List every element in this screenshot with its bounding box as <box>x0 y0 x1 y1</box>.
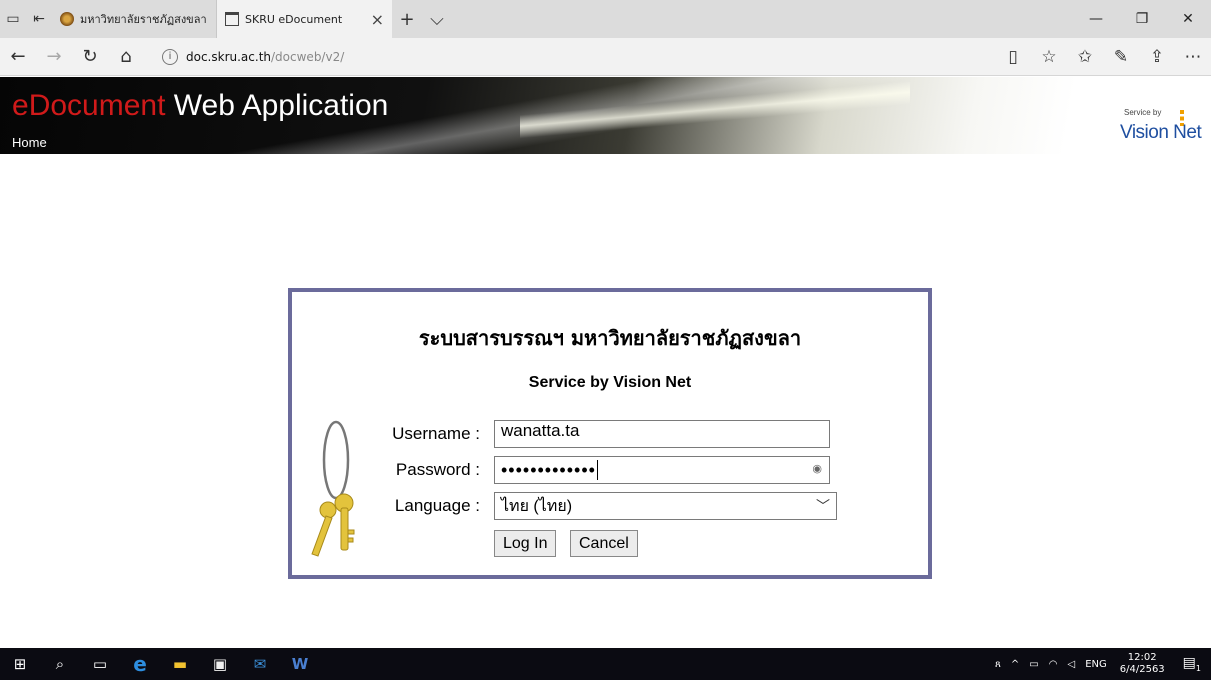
logo-service-text: Service by <box>1124 108 1162 117</box>
search-icon[interactable]: ⌕ <box>40 648 80 680</box>
login-heading: ระบบสารบรรณฯ มหาวิทยาลัยราชภัฏสงขลา <box>418 326 802 350</box>
refresh-icon[interactable]: ↻ <box>72 38 108 76</box>
people-icon[interactable]: ጸ <box>990 659 1006 670</box>
windows-start-icon[interactable]: ⊞ <box>0 648 40 680</box>
input-language[interactable]: ENG <box>1080 659 1112 670</box>
word-icon[interactable]: W <box>280 648 320 680</box>
button-row: Log In Cancel <box>292 530 928 558</box>
banner-light-streak <box>520 82 910 142</box>
site-info-icon[interactable]: i <box>162 48 178 65</box>
windows-taskbar: ⊞ ⌕ ▭ e ▬ ▣ ✉ W ጸ ^ ▭ ◠ ◁ ENG 12:02 6/4/… <box>0 648 1211 680</box>
close-window-icon[interactable]: ✕ <box>1165 0 1211 38</box>
store-icon[interactable]: ▣ <box>200 648 240 680</box>
language-selected: ไทย (ไทย) <box>501 497 573 515</box>
tab-title: มหาวิทยาลัยราชภัฏสงขลา :: So <box>80 13 208 26</box>
university-seal-icon <box>60 12 74 26</box>
password-row: Password : ••••••••••••• ◉ <box>292 456 928 484</box>
minimize-icon[interactable]: — <box>1073 0 1119 38</box>
wifi-icon[interactable]: ◠ <box>1044 659 1063 670</box>
text-caret <box>596 460 599 480</box>
reveal-password-icon[interactable]: ◉ <box>812 462 823 475</box>
password-input[interactable]: ••••••••••••• ◉ <box>494 456 830 484</box>
set-aside-icon[interactable]: ⇤ <box>26 0 52 38</box>
url-host: doc.skru.ac.th <box>186 49 272 64</box>
edge-browser-icon[interactable]: e <box>120 648 160 680</box>
vision-net-logo: Service by Vision Net <box>1112 108 1204 148</box>
login-subheading: Service by Vision Net <box>528 374 692 391</box>
battery-icon[interactable]: ▭ <box>1024 659 1043 670</box>
chevron-down-icon: ﹀ <box>816 498 830 514</box>
password-label: Password : <box>395 460 480 479</box>
tab-actions-icon[interactable]: ▭ <box>0 0 26 38</box>
window-controls: — ❐ ✕ <box>1073 0 1211 38</box>
username-input[interactable]: wanatta.ta <box>494 420 830 448</box>
username-row: Username : wanatta.ta <box>292 420 928 448</box>
cancel-button[interactable]: Cancel <box>570 530 638 557</box>
restore-icon[interactable]: ❐ <box>1119 0 1165 38</box>
share-icon[interactable]: ⇪ <box>1139 38 1175 76</box>
new-tab-icon[interactable]: + <box>392 0 422 38</box>
tab-title: SKRU eDocument <box>245 12 343 26</box>
page-icon <box>225 12 239 26</box>
star-icon[interactable]: ☆ <box>1031 38 1067 76</box>
language-select[interactable]: ไทย (ไทย) ﹀ <box>494 492 837 520</box>
browser-nav-bar: ← → ↻ ⌂ i doc.skru.ac.th /docweb/v2/ ▯ ☆… <box>0 38 1211 76</box>
language-row: Language : ไทย (ไทย) ﹀ <box>292 492 928 520</box>
app-title: eDocument Web Application <box>12 89 389 122</box>
file-explorer-icon[interactable]: ▬ <box>160 648 200 680</box>
favorites-list-icon[interactable]: ✩ <box>1067 38 1103 76</box>
home-icon[interactable]: ⌂ <box>108 38 144 76</box>
notification-icon[interactable]: ▤1 <box>1173 655 1211 673</box>
login-panel: ระบบสารบรรณฯ มหาวิทยาลัยราชภัฏสงขลา Serv… <box>288 288 932 579</box>
clock-date: 6/4/2563 <box>1119 664 1165 675</box>
url-path: /docweb/v2/ <box>271 49 345 64</box>
clock[interactable]: 12:02 6/4/2563 <box>1112 652 1173 676</box>
tab-university[interactable]: มหาวิทยาลัยราชภัฏสงขลา :: So <box>52 0 217 38</box>
task-view-icon[interactable]: ▭ <box>80 648 120 680</box>
login-button[interactable]: Log In <box>494 530 557 557</box>
pen-icon[interactable]: ✎ <box>1103 38 1139 76</box>
close-icon[interactable]: × <box>371 10 384 29</box>
nav-home-link[interactable]: Home <box>12 135 47 150</box>
chevron-down-icon[interactable]: ⌵ <box>422 0 452 38</box>
address-bar[interactable]: i doc.skru.ac.th /docweb/v2/ <box>156 43 938 71</box>
forward-arrow-icon[interactable]: → <box>36 38 72 76</box>
reading-view-icon[interactable]: ▯ <box>995 38 1031 76</box>
back-arrow-icon[interactable]: ← <box>0 38 36 76</box>
system-tray: ጸ ^ ▭ ◠ ◁ ENG 12:02 6/4/2563 ▤1 <box>990 648 1211 680</box>
more-icon[interactable]: ⋯ <box>1175 38 1211 76</box>
language-label: Language : <box>394 496 480 515</box>
app-banner: eDocument Web Application Home <box>0 77 1211 154</box>
tab-edocument[interactable]: SKRU eDocument × <box>217 0 392 38</box>
clock-time: 12:02 <box>1127 652 1157 663</box>
mail-icon[interactable]: ✉ <box>240 648 280 680</box>
volume-icon[interactable]: ◁ <box>1062 659 1080 670</box>
logo-brand-text: Vision Net <box>1120 122 1202 143</box>
browser-tab-bar: ▭ ⇤ มหาวิทยาลัยราชภัฏสงขลา :: So SKRU eD… <box>0 0 1211 38</box>
username-label: Username : <box>392 424 480 443</box>
chevron-up-icon[interactable]: ^ <box>1006 659 1024 670</box>
password-mask: ••••••••••••• <box>501 459 596 480</box>
